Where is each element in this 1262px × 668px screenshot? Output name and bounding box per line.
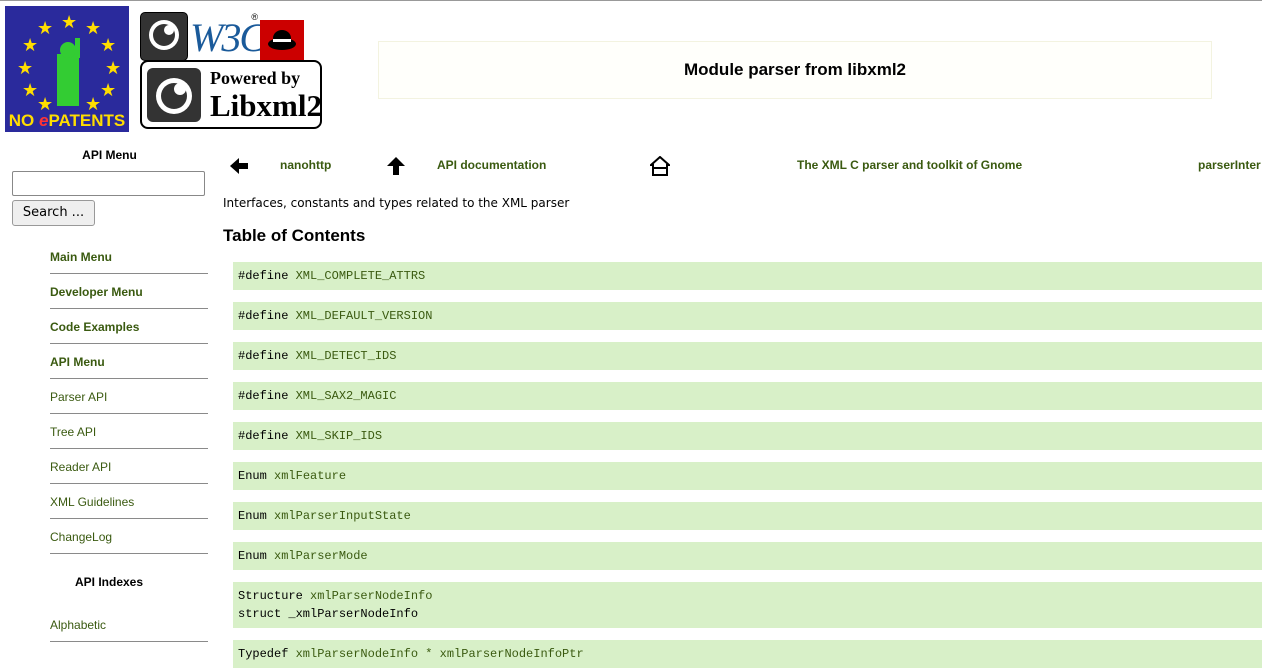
libxml2-text: Libxml2	[210, 88, 322, 123]
toc-link[interactable]: xmlParserInputState	[274, 509, 411, 523]
title-box: Module parser from libxml2	[378, 41, 1212, 99]
search-button[interactable]: Search ...	[12, 200, 95, 226]
sidebar-menu-title: API Menu	[82, 148, 137, 162]
no-epatents-text: NO ePATENTS	[8, 111, 126, 130]
sidebar-item-tree-api[interactable]: Tree API	[50, 415, 208, 449]
toc-keyword: Typedef	[238, 647, 296, 661]
arrow-up-icon[interactable]	[386, 156, 406, 176]
svg-text:★: ★	[61, 12, 77, 32]
toc-entry: Enum xmlParserMode	[233, 542, 1262, 570]
toc-keyword: #define	[238, 309, 296, 323]
sidebar-item-developer-menu[interactable]: Developer Menu	[50, 275, 208, 309]
sidebar-item-label[interactable]: Alphabetic	[50, 618, 106, 632]
sidebar-item-label[interactable]: Code Examples	[50, 320, 139, 334]
nav-prev-link[interactable]: nanohttp	[280, 158, 331, 172]
api-indexes-title: API Indexes	[74, 575, 144, 589]
svg-text:★: ★	[85, 18, 101, 38]
no-epatents-logo[interactable]: ★ ★ ★ ★ ★ ★ ★ ★ ★ ★ ★ NO ePATENTS	[5, 6, 129, 132]
toc-title: Table of Contents	[223, 226, 366, 245]
toc-keyword: Enum	[238, 549, 275, 563]
redhat-logo[interactable]	[260, 20, 304, 60]
sidebar-item-alphabetic[interactable]: Alphabetic	[50, 608, 208, 642]
sidebar-item-api-menu[interactable]: API Menu	[50, 345, 208, 379]
svg-text:★: ★	[100, 80, 116, 100]
toc-keyword: struct _xmlParserNodeInfo	[238, 607, 419, 621]
sidebar-item-main-menu[interactable]: Main Menu	[50, 240, 208, 274]
toc-entry: #define XML_DETECT_IDS	[233, 342, 1262, 370]
toc-link[interactable]: xmlParserMode	[274, 549, 368, 563]
toc-entry: Typedef xmlParserNodeInfo * xmlParserNod…	[233, 640, 1262, 668]
w3c-logo[interactable]: W3C ®	[188, 12, 266, 60]
toc-entry: Structure xmlParserNodeInfo struct _xmlP…	[233, 582, 1262, 628]
sidebar-item-parser-api[interactable]: Parser API	[50, 380, 208, 414]
toc-entry: #define XML_SKIP_IDS	[233, 422, 1262, 450]
module-description: Interfaces, constants and types related …	[223, 196, 570, 210]
home-icon[interactable]	[650, 156, 670, 176]
sidebar-item-changelog[interactable]: ChangeLog	[50, 520, 208, 554]
powered-by-text: Powered by	[210, 68, 301, 88]
toc-keyword: Structure	[238, 589, 311, 603]
top-border	[0, 0, 1262, 1]
toc-link[interactable]: XML_SKIP_IDS	[296, 429, 382, 443]
gnome-foot-icon	[147, 68, 201, 122]
sidebar-item-label[interactable]: Parser API	[50, 390, 107, 404]
toc-keyword: #define	[238, 429, 296, 443]
sidebar-item-label[interactable]: Reader API	[50, 460, 111, 474]
sidebar-item-label[interactable]: Main Menu	[50, 250, 112, 264]
sidebar-item-xml-guidelines[interactable]: XML Guidelines	[50, 485, 208, 519]
svg-text:★: ★	[17, 58, 33, 78]
registered-mark: ®	[251, 12, 258, 22]
toc-entry: #define XML_SAX2_MAGIC	[233, 382, 1262, 410]
svg-text:★: ★	[105, 58, 121, 78]
toc-keyword: Enum	[238, 469, 275, 483]
toc-keyword: Enum	[238, 509, 275, 523]
toc-link[interactable]: xmlFeature	[274, 469, 346, 483]
sidebar-item-label[interactable]: Developer Menu	[50, 285, 143, 299]
toc-keyword: #define	[238, 269, 296, 283]
nav-home-link[interactable]: The XML C parser and toolkit of Gnome	[797, 158, 1022, 172]
sidebar-item-label[interactable]: ChangeLog	[50, 530, 112, 544]
sidebar-item-label[interactable]: API Menu	[50, 355, 105, 369]
nav-next-link[interactable]: parserInter	[1198, 158, 1261, 172]
powered-by-libxml2-logo[interactable]: Powered by Libxml2	[140, 60, 322, 129]
toc-entry: Enum xmlParserInputState	[233, 502, 1262, 530]
gnome-logo[interactable]	[140, 12, 188, 61]
sidebar-menu: Main Menu Developer Menu Code Examples A…	[50, 240, 208, 555]
toc-entry: #define XML_DEFAULT_VERSION	[233, 302, 1262, 330]
page-title: Module parser from libxml2	[684, 60, 906, 79]
sidebar-item-label[interactable]: XML Guidelines	[50, 495, 134, 509]
toc-link[interactable]: XML_DETECT_IDS	[296, 349, 397, 363]
toc-link[interactable]: xmlParserNodeInfo * xmlParserNodeInfoPtr	[296, 647, 584, 661]
sidebar-item-code-examples[interactable]: Code Examples	[50, 310, 208, 344]
sidebar-item-label[interactable]: Tree API	[50, 425, 96, 439]
toc-keyword: #define	[238, 349, 296, 363]
svg-text:★: ★	[22, 80, 38, 100]
toc-link[interactable]: XML_DEFAULT_VERSION	[296, 309, 433, 323]
svg-text:★: ★	[37, 18, 53, 38]
search-input[interactable]	[12, 171, 205, 196]
nav-up-link[interactable]: API documentation	[437, 158, 546, 172]
toc-entry: #define XML_COMPLETE_ATTRS	[233, 262, 1262, 290]
toc-entry: Enum xmlFeature	[233, 462, 1262, 490]
svg-text:★: ★	[22, 35, 38, 55]
svg-text:★: ★	[100, 35, 116, 55]
arrow-left-icon[interactable]	[229, 156, 249, 176]
toc-keyword: #define	[238, 389, 296, 403]
toc-link[interactable]: XML_SAX2_MAGIC	[296, 389, 397, 403]
sidebar-item-reader-api[interactable]: Reader API	[50, 450, 208, 484]
toc-link[interactable]: XML_COMPLETE_ATTRS	[296, 269, 426, 283]
toc-link[interactable]: xmlParserNodeInfo	[310, 589, 432, 603]
